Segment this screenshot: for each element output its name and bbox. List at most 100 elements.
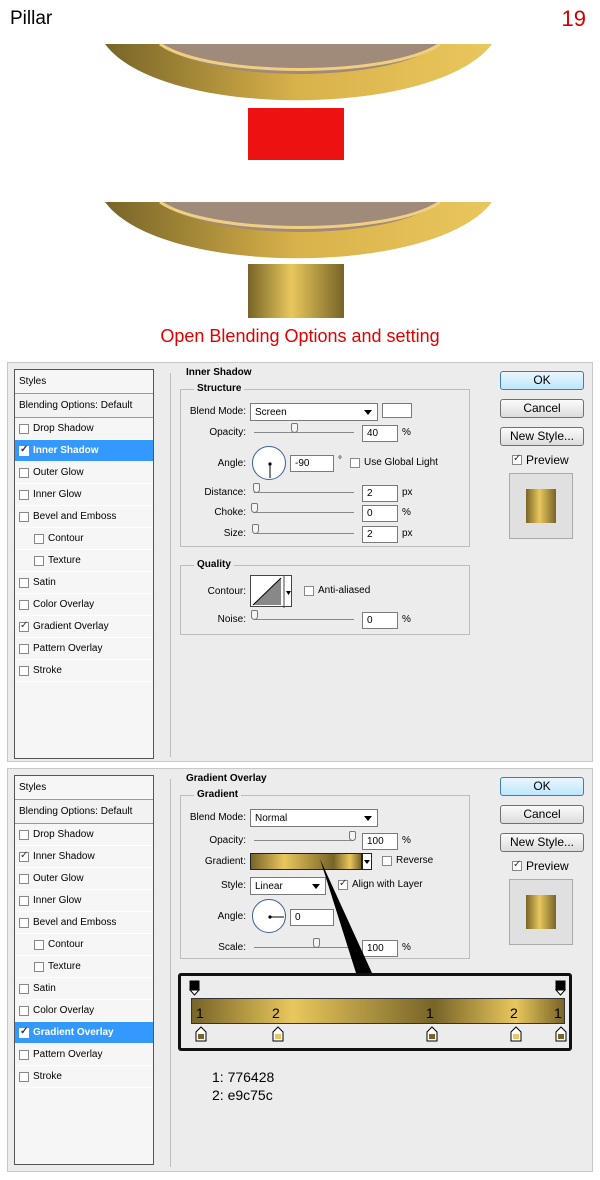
color-stop-icon[interactable] xyxy=(195,1026,207,1042)
style-outer-glow[interactable]: Outer Glow xyxy=(15,462,153,484)
style-inner-shadow[interactable]: Inner Shadow xyxy=(15,440,153,462)
blending-options[interactable]: Blending Options: Default xyxy=(15,800,153,824)
style-drop-shadow[interactable]: Drop Shadow xyxy=(15,418,153,440)
style-inner-glow[interactable]: Inner Glow xyxy=(15,484,153,506)
checkbox[interactable] xyxy=(19,917,29,928)
style-gradient-overlay[interactable]: Gradient Overlay xyxy=(15,1022,153,1044)
shadow-color-swatch[interactable] xyxy=(382,403,412,418)
opacity-slider[interactable] xyxy=(254,423,354,433)
gradient-bar[interactable]: 1 2 1 2 1 xyxy=(191,998,565,1024)
use-global-light-checkbox[interactable]: Use Global Light xyxy=(350,457,438,468)
size-field[interactable]: 2 xyxy=(362,526,398,543)
new-style-button[interactable]: New Style... xyxy=(500,427,584,446)
style-drop-shadow[interactable]: Drop Shadow xyxy=(15,824,153,846)
style-bevel-emboss[interactable]: Bevel and Emboss xyxy=(15,506,153,528)
style-contour[interactable]: Contour xyxy=(15,934,153,956)
style-satin[interactable]: Satin xyxy=(15,572,153,594)
checkbox[interactable] xyxy=(512,453,522,465)
style-pattern-overlay[interactable]: Pattern Overlay xyxy=(15,1044,153,1066)
preview-thumbnail xyxy=(509,879,573,945)
style-outer-glow[interactable]: Outer Glow xyxy=(15,868,153,890)
style-bevel-emboss[interactable]: Bevel and Emboss xyxy=(15,912,153,934)
checkbox[interactable] xyxy=(19,850,29,862)
anti-aliased-checkbox[interactable]: Anti-aliased xyxy=(304,585,370,596)
preview-checkbox[interactable]: Preview xyxy=(512,453,569,467)
opacity-field[interactable]: 100 xyxy=(362,833,398,850)
blending-options[interactable]: Blending Options: Default xyxy=(15,394,153,418)
color-stop-icon[interactable] xyxy=(272,1026,284,1042)
slider-thumb[interactable] xyxy=(349,831,356,841)
slider-thumb[interactable] xyxy=(251,503,258,513)
style-stroke[interactable]: Stroke xyxy=(15,660,153,682)
cancel-button[interactable]: Cancel xyxy=(500,805,584,824)
noise-field[interactable]: 0 xyxy=(362,612,398,629)
style-satin[interactable]: Satin xyxy=(15,978,153,1000)
style-inner-glow[interactable]: Inner Glow xyxy=(15,890,153,912)
checkbox[interactable] xyxy=(34,961,44,972)
checkbox[interactable] xyxy=(19,423,29,434)
checkbox[interactable] xyxy=(19,829,29,840)
slider-thumb[interactable] xyxy=(252,524,259,534)
angle-dial[interactable] xyxy=(252,446,286,480)
checkbox[interactable] xyxy=(19,599,29,610)
distance-slider[interactable] xyxy=(253,483,354,493)
color-stop-icon[interactable] xyxy=(555,1026,567,1042)
choke-field[interactable]: 0 xyxy=(362,505,398,522)
checkbox[interactable] xyxy=(19,983,29,994)
slider-thumb[interactable] xyxy=(253,483,260,493)
angle-dial[interactable] xyxy=(252,899,286,933)
color-stop-icon[interactable] xyxy=(510,1026,522,1042)
checkbox[interactable] xyxy=(19,895,29,906)
style-texture[interactable]: Texture xyxy=(15,956,153,978)
checkbox[interactable] xyxy=(19,1049,29,1060)
style-color-overlay[interactable]: Color Overlay xyxy=(15,1000,153,1022)
style-color-overlay[interactable]: Color Overlay xyxy=(15,594,153,616)
checkbox[interactable] xyxy=(34,939,44,950)
preview-checkbox[interactable]: Preview xyxy=(512,859,569,873)
size-slider[interactable] xyxy=(252,524,354,534)
checkbox[interactable] xyxy=(512,859,522,871)
reverse-checkbox[interactable]: Reverse xyxy=(382,855,433,866)
opacity-field[interactable]: 40 xyxy=(362,425,398,442)
style-pattern-overlay[interactable]: Pattern Overlay xyxy=(15,638,153,660)
angle-field[interactable]: -90 xyxy=(290,455,334,472)
ok-button[interactable]: OK xyxy=(500,371,584,390)
checkbox[interactable] xyxy=(19,444,29,456)
style-gradient-overlay[interactable]: Gradient Overlay xyxy=(15,616,153,638)
checkbox[interactable] xyxy=(382,855,392,866)
checkbox[interactable] xyxy=(19,489,29,500)
checkbox[interactable] xyxy=(19,1026,29,1038)
slider-thumb[interactable] xyxy=(291,423,298,433)
checkbox[interactable] xyxy=(19,467,29,478)
checkbox[interactable] xyxy=(19,1071,29,1082)
checkbox[interactable] xyxy=(19,873,29,884)
checkbox[interactable] xyxy=(350,457,360,468)
noise-slider[interactable] xyxy=(251,610,354,620)
choke-slider[interactable] xyxy=(251,503,354,513)
checkbox[interactable] xyxy=(19,577,29,588)
style-inner-shadow[interactable]: Inner Shadow xyxy=(15,846,153,868)
checkbox[interactable] xyxy=(34,555,44,566)
ok-button[interactable]: OK xyxy=(500,777,584,796)
checkbox[interactable] xyxy=(19,620,29,632)
checkbox[interactable] xyxy=(19,643,29,654)
opacity-slider[interactable] xyxy=(254,831,356,841)
blend-mode-select[interactable]: Normal xyxy=(250,809,378,827)
style-stroke[interactable]: Stroke xyxy=(15,1066,153,1088)
new-style-button[interactable]: New Style... xyxy=(500,833,584,852)
distance-field[interactable]: 2 xyxy=(362,485,398,502)
checkbox[interactable] xyxy=(34,533,44,544)
slider-thumb[interactable] xyxy=(251,610,258,620)
style-texture[interactable]: Texture xyxy=(15,550,153,572)
checkbox[interactable] xyxy=(304,585,314,596)
color-stop-icon[interactable] xyxy=(426,1026,438,1042)
contour-picker[interactable] xyxy=(250,575,292,608)
opacity-stop-right-icon[interactable] xyxy=(555,980,567,996)
opacity-stop-left-icon[interactable] xyxy=(189,980,201,996)
checkbox[interactable] xyxy=(19,511,29,522)
blend-mode-select[interactable]: Screen xyxy=(250,403,378,421)
style-contour[interactable]: Contour xyxy=(15,528,153,550)
cancel-button[interactable]: Cancel xyxy=(500,399,584,418)
checkbox[interactable] xyxy=(19,665,29,676)
checkbox[interactable] xyxy=(19,1005,29,1016)
